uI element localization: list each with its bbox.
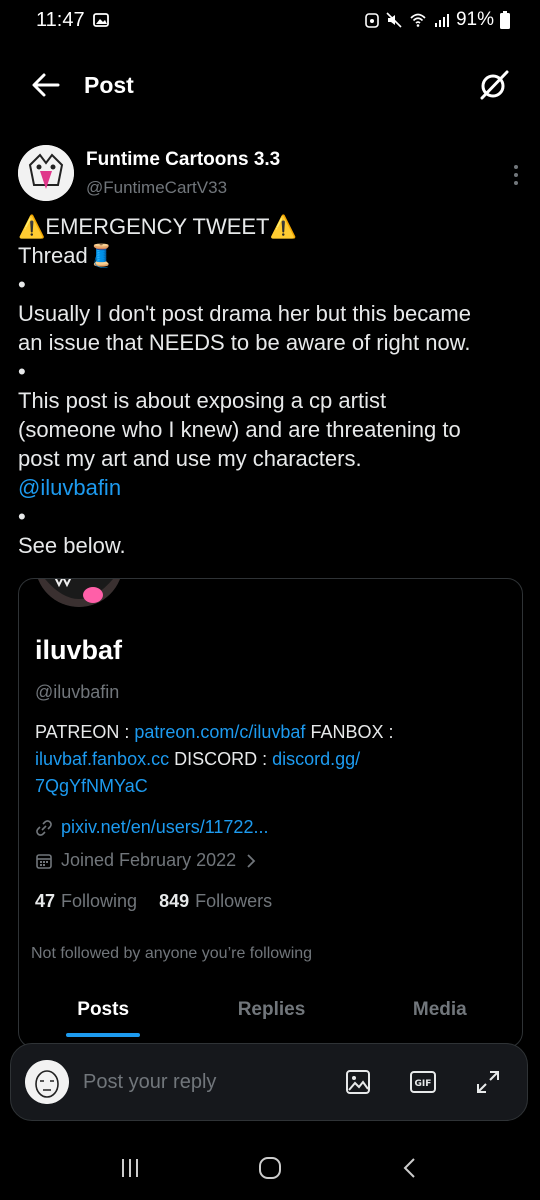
bio-text: DISCORD : <box>169 749 273 769</box>
followers-count: 849 <box>159 891 190 911</box>
tab-replies: Replies <box>187 987 355 1047</box>
user-avatar <box>25 1060 69 1104</box>
author-handle[interactable]: @FuntimeCartV33 <box>86 178 280 198</box>
tweet-line: Thread🧵 <box>18 243 116 268</box>
tweet-line: See below. <box>18 533 126 558</box>
patreon-link: patreon.com/c/iluvbaf <box>134 722 306 742</box>
tweet-line: This post is about exposing a cp artist <box>18 388 387 413</box>
author-avatar[interactable] <box>18 145 74 201</box>
website-link: pixiv.net/en/users/11722... <box>61 817 269 837</box>
home-icon[interactable] <box>257 1155 283 1181</box>
battery-percent: 91% <box>455 9 494 30</box>
wifi-icon <box>410 13 426 27</box>
tweet-line: post my art and use my characters. <box>18 446 362 471</box>
bio-text: FANBOX : <box>305 722 394 742</box>
bio-text: PATREON : <box>35 722 135 742</box>
gif-icon[interactable]: GIF <box>409 1069 437 1095</box>
profile-joined: Joined February 2022 <box>35 850 258 871</box>
profile-bio: PATREON : patreon.com/c/iluvbaf FANBOX :… <box>35 719 495 800</box>
expand-icon[interactable] <box>475 1069 501 1095</box>
fanbox-link: iluvbaf.fanbox.cc <box>35 749 170 769</box>
tweet-bullet: • <box>18 359 26 384</box>
page-title: Post <box>84 71 134 98</box>
following-count: 47 <box>35 891 56 911</box>
reply-composer[interactable]: Post your reply GIF <box>10 1043 528 1121</box>
author-name[interactable]: Funtime Cartoons 3.3 <box>86 149 280 171</box>
tab-label: Posts <box>77 999 130 1020</box>
status-bar: 11:47 91% <box>0 0 540 40</box>
tab-label: Media <box>412 999 467 1020</box>
gallery-notification-icon <box>92 13 109 27</box>
system-nav-bar <box>0 1140 540 1196</box>
chevron-right-icon <box>247 853 256 868</box>
followers-label: Followers <box>195 891 273 911</box>
not-followed-note: Not followed by anyone you’re following <box>31 945 313 962</box>
profile-handle: @iluvbafin <box>35 682 120 702</box>
tweet-line: (someone who I knew) and are threatening… <box>18 417 461 442</box>
tweet-mention-link[interactable]: @iluvbafin <box>18 473 523 502</box>
recent-apps-icon[interactable] <box>118 1156 142 1180</box>
discord-link: 7QgYfNMYaC <box>35 776 148 796</box>
tab-label: Replies <box>237 999 306 1020</box>
tweet-bullet: • <box>18 272 26 297</box>
tweet-line: Usually I don't post drama her but this … <box>18 301 471 326</box>
grok-icon[interactable] <box>478 69 510 101</box>
link-icon <box>36 819 52 836</box>
tweet-line: an issue that NEEDS to be aware of right… <box>18 330 471 355</box>
tweet-bullet: • <box>18 504 26 529</box>
profile-name: iluvbaf <box>35 635 123 665</box>
calendar-icon <box>36 853 52 869</box>
tab-posts: Posts <box>19 987 187 1047</box>
tweet-line: ⚠️EMERGENCY TWEET⚠️ <box>18 214 297 239</box>
lock-notification-icon <box>365 13 379 28</box>
active-tab-indicator <box>66 1033 141 1037</box>
reply-input[interactable]: Post your reply <box>83 1071 216 1094</box>
following-count-group: 47 Following <box>35 891 137 912</box>
profile-website: pixiv.net/en/users/11722... <box>35 817 268 838</box>
image-icon[interactable] <box>345 1069 371 1095</box>
attached-image[interactable]: iluvbaf @iluvbafin PATREON : patreon.com… <box>18 578 523 1048</box>
battery-icon <box>500 11 510 29</box>
status-time: 11:47 <box>36 8 85 31</box>
post-header: Post <box>0 55 540 115</box>
profile-avatar <box>35 579 123 607</box>
back-arrow-icon[interactable] <box>30 72 60 98</box>
back-icon[interactable] <box>398 1156 422 1180</box>
mute-icon <box>386 12 402 28</box>
profile-tabs: Posts Replies Media <box>19 987 522 1047</box>
svg-text:GIF: GIF <box>415 1079 432 1089</box>
joined-date: Joined February 2022 <box>61 850 237 870</box>
tab-media: Media <box>356 987 522 1047</box>
profile-follow-counts: 47 Following 849 Followers <box>35 891 272 912</box>
discord-link: discord.gg/ <box>272 749 361 769</box>
tweet-author: Funtime Cartoons 3.3 @FuntimeCartV33 <box>18 145 528 205</box>
tweet-text: ⚠️EMERGENCY TWEET⚠️ Thread🧵 • Usually I … <box>18 212 523 560</box>
signal-icon <box>434 14 449 27</box>
more-options-icon[interactable] <box>504 163 528 187</box>
following-label: Following <box>61 891 138 911</box>
followers-count-group: 849 Followers <box>159 891 272 912</box>
